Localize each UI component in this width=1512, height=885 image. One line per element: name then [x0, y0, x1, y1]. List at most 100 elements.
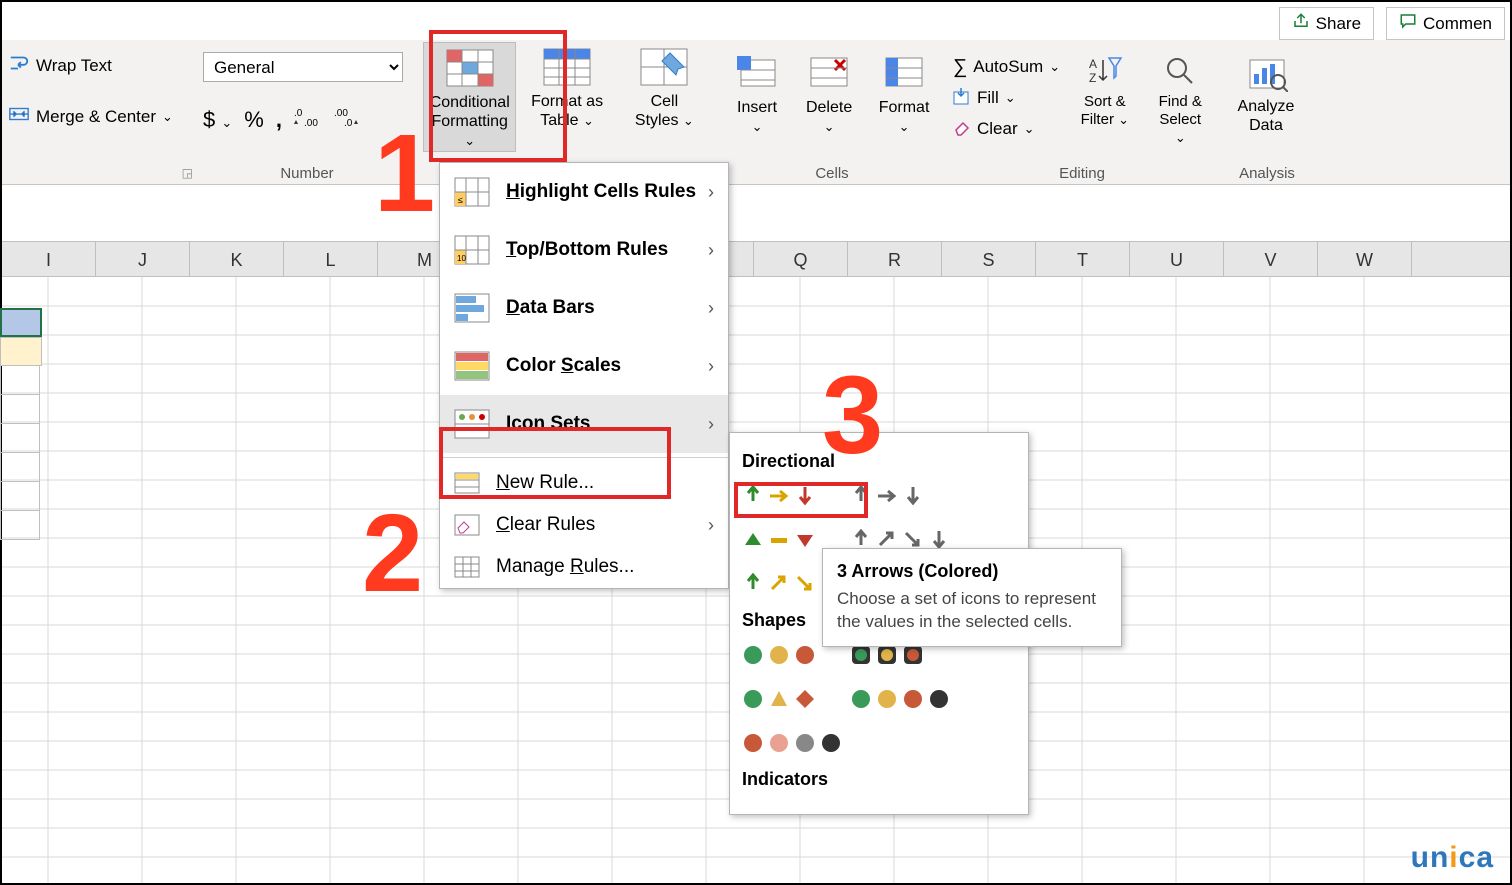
format-button[interactable]: Format⌄ [867, 48, 941, 158]
group-alignment: Wrap Text Merge & Center ⌄ ◲ [2, 40, 197, 184]
iconset-4-arrows-colored-diag[interactable] [742, 570, 816, 598]
iconset-3-arrows-colored[interactable] [742, 482, 816, 510]
comments-button[interactable]: Commen [1386, 7, 1505, 40]
menu-clear-rules[interactable]: Clear Rules › [440, 504, 728, 546]
currency-button[interactable]: $ ⌄ [203, 107, 232, 133]
top-bottom-icon: 10 [454, 235, 490, 265]
insert-button[interactable]: Insert⌄ [723, 48, 791, 158]
iconset-3-traffic-lights[interactable] [742, 641, 816, 669]
iconset-3-signs[interactable] [742, 685, 816, 713]
group-label-number: Number [203, 165, 411, 182]
sigma-icon: ∑ [953, 56, 967, 79]
eraser-icon [953, 118, 971, 141]
svg-text:Z: Z [1089, 71, 1096, 85]
format-as-table-button[interactable]: Format asTable ⌄ [520, 42, 613, 152]
col-header[interactable]: K [190, 242, 284, 276]
svg-text:10: 10 [457, 254, 466, 263]
chevron-down-icon: ⌄ [162, 109, 173, 125]
submenu-header-indicators: Indicators [742, 769, 1016, 790]
svg-text:A: A [1089, 57, 1097, 71]
tooltip-3-arrows: 3 Arrows (Colored) Choose a set of icons… [822, 548, 1122, 647]
search-icon [1163, 54, 1197, 93]
percent-button[interactable]: % [244, 107, 264, 133]
group-cells: Insert⌄ Delete⌄ Format⌄ Cells [717, 40, 947, 184]
wrap-text-icon [8, 52, 30, 79]
delete-button[interactable]: Delete⌄ [795, 48, 863, 158]
col-header[interactable]: U [1130, 242, 1224, 276]
manage-rules-icon [454, 556, 480, 578]
menu-icon-sets[interactable]: Icon Sets › [440, 395, 728, 453]
menu-highlight-cells[interactable]: ≤ Highlight Cells Rules › [440, 163, 728, 221]
submenu-header-directional: Directional [742, 451, 1016, 472]
svg-text:≤: ≤ [458, 195, 463, 205]
tooltip-body: Choose a set of icons to represent the v… [837, 588, 1107, 634]
fill-button[interactable]: Fill ⌄ [953, 87, 1060, 110]
sort-filter-icon: AZ [1087, 54, 1123, 93]
comments-label: Commen [1423, 14, 1492, 34]
chevron-right-icon: › [708, 182, 714, 203]
comment-icon [1399, 12, 1417, 35]
number-format-select[interactable]: General [203, 52, 403, 82]
col-header[interactable]: W [1318, 242, 1412, 276]
conditional-formatting-button[interactable]: ConditionalFormatting ⌄ [423, 42, 516, 152]
merge-center-label: Merge & Center [36, 107, 156, 127]
cell-styles-button[interactable]: CellStyles ⌄ [618, 42, 711, 152]
comma-button[interactable]: , [276, 107, 282, 133]
chevron-right-icon: › [708, 515, 714, 536]
iconset-red-to-black[interactable] [742, 729, 842, 757]
clear-button[interactable]: Clear ⌄ [953, 118, 1060, 141]
col-header[interactable]: V [1224, 242, 1318, 276]
iconset-3-triangles[interactable] [742, 526, 816, 554]
sort-filter-button[interactable]: AZ Sort & Filter ⌄ [1074, 48, 1135, 148]
delete-icon [805, 54, 853, 92]
analyze-data-button[interactable]: AnalyzeData [1223, 48, 1309, 158]
menu-manage-rules[interactable]: Manage Rules... [440, 546, 728, 588]
merge-center-icon [8, 103, 30, 130]
group-analysis: AnalyzeData Analysis [1217, 40, 1317, 184]
autosum-button[interactable]: ∑ AutoSum ⌄ [953, 56, 1060, 79]
chevron-right-icon: › [708, 298, 714, 319]
dialog-launcher-icon[interactable]: ◲ [182, 166, 193, 180]
group-number: General $ ⌄ % , .0.00 .00.0 Number ◲ [197, 40, 417, 184]
col-header[interactable]: L [284, 242, 378, 276]
menu-data-bars[interactable]: Data Bars › [440, 279, 728, 337]
increase-decimal-button[interactable]: .0.00 [294, 106, 322, 133]
ribbon: Wrap Text Merge & Center ⌄ ◲ General $ ⌄… [2, 40, 1510, 185]
share-button[interactable]: Share [1279, 7, 1374, 40]
menu-new-rule[interactable]: New Rule... [440, 462, 728, 504]
iconset-4-traffic[interactable] [850, 685, 950, 713]
group-label-editing: Editing [953, 165, 1211, 182]
format-table-icon [543, 48, 591, 86]
col-header[interactable]: J [96, 242, 190, 276]
decrease-decimal-button[interactable]: .00.0 [334, 106, 362, 133]
col-header[interactable]: T [1036, 242, 1130, 276]
group-label-cells: Cells [723, 165, 941, 182]
cell-styles-icon [640, 48, 688, 86]
analyze-icon [1244, 54, 1288, 97]
chevron-right-icon: › [708, 414, 714, 435]
format-icon [880, 54, 928, 92]
col-header[interactable]: R [848, 242, 942, 276]
group-label-analysis: Analysis [1223, 165, 1311, 182]
color-scales-icon [454, 351, 490, 381]
iconset-3-arrows-gray[interactable] [850, 482, 924, 510]
chevron-right-icon: › [708, 240, 714, 261]
insert-icon [733, 54, 781, 92]
dialog-launcher-icon[interactable]: ◲ [402, 166, 413, 180]
col-header[interactable]: S [942, 242, 1036, 276]
new-rule-icon [454, 472, 480, 494]
merge-center-button[interactable]: Merge & Center ⌄ [8, 103, 191, 130]
conditional-formatting-menu: ≤ Highlight Cells Rules › 10 Top/Bottom … [439, 162, 729, 589]
find-select-button[interactable]: Find & Select ⌄ [1150, 48, 1211, 148]
data-bars-icon [454, 293, 490, 323]
svg-text:.00: .00 [304, 118, 318, 128]
highlight-cells-icon: ≤ [454, 177, 490, 207]
fill-icon [953, 87, 971, 110]
svg-text:.0: .0 [294, 108, 303, 119]
wrap-text-button[interactable]: Wrap Text [8, 52, 191, 79]
menu-color-scales[interactable]: Color Scales › [440, 337, 728, 395]
menu-top-bottom[interactable]: 10 Top/Bottom Rules › [440, 221, 728, 279]
col-header[interactable]: I [2, 242, 96, 276]
col-header[interactable]: Q [754, 242, 848, 276]
share-icon [1292, 12, 1310, 35]
